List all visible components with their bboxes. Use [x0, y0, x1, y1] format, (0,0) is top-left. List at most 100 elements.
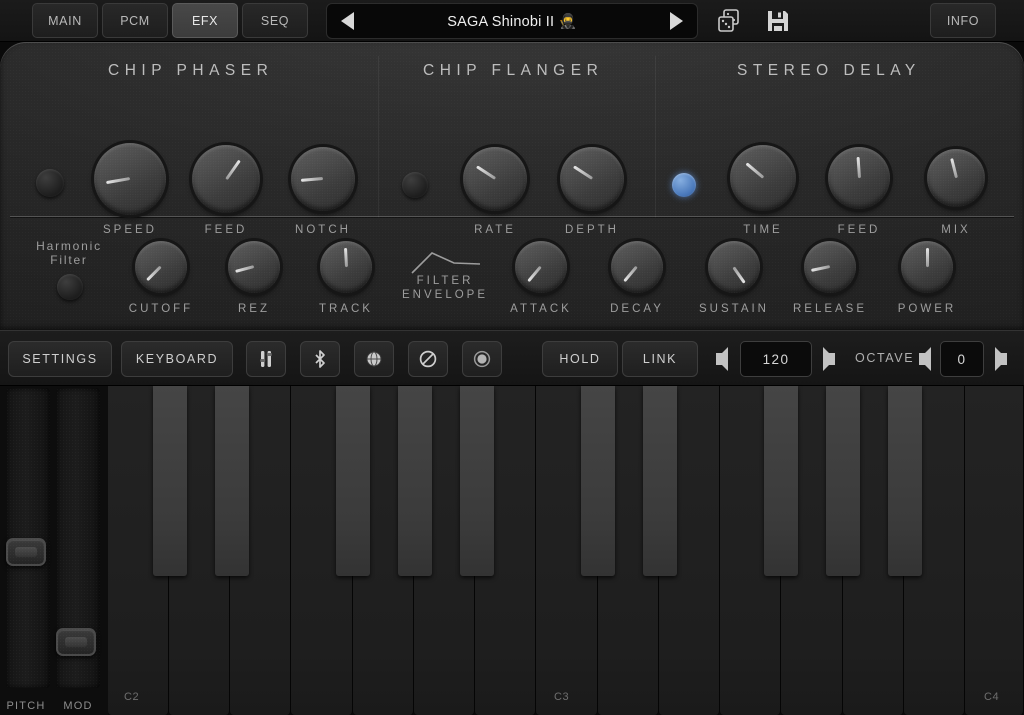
chip-phaser-enable-led[interactable] — [36, 169, 64, 197]
knob-track[interactable] — [320, 241, 372, 293]
knob-time[interactable] — [730, 145, 796, 211]
preset-next-icon[interactable] — [670, 12, 683, 30]
tab-pcm-label: PCM — [120, 13, 150, 28]
black-key[interactable] — [215, 386, 249, 576]
record-icon[interactable] — [462, 341, 502, 377]
tab-main-label: MAIN — [48, 13, 82, 28]
knob-depth-label: DEPTH — [565, 224, 619, 236]
network-globe-icon[interactable] — [354, 341, 394, 377]
tab-seq[interactable]: SEQ — [242, 3, 308, 38]
knob-depth[interactable] — [560, 147, 624, 211]
knob-speed[interactable] — [94, 143, 166, 215]
keyboard-button[interactable]: KEYBOARD — [121, 341, 233, 377]
black-key[interactable] — [460, 386, 494, 576]
tab-pcm[interactable]: PCM — [102, 3, 168, 38]
section-divider-1 — [378, 56, 379, 218]
harmonic-filter-label-line2: Filter — [50, 253, 88, 267]
settings-button[interactable]: SETTINGS — [8, 341, 112, 377]
octave-field[interactable]: 0 — [940, 341, 984, 377]
octave-value: 0 — [957, 351, 967, 367]
info-label: INFO — [946, 13, 980, 28]
knob-release-label: RELEASE — [792, 303, 868, 315]
black-key[interactable] — [398, 386, 432, 576]
knob-rate-label: RATE — [474, 224, 516, 236]
chip-phaser-title: CHIP PHASER — [108, 62, 274, 79]
black-key[interactable] — [153, 386, 187, 576]
knob-rez[interactable] — [228, 241, 280, 293]
knob-feed-delay[interactable] — [828, 147, 890, 209]
filter-envelope-label: FILTER ENVELOPE — [375, 274, 515, 302]
knob-attack[interactable] — [515, 241, 567, 293]
knob-time-label: TIME — [743, 224, 783, 236]
black-key[interactable] — [581, 386, 615, 576]
knob-rez-label: REZ — [238, 303, 270, 315]
knob-release[interactable] — [804, 241, 856, 293]
knob-feed-phaser[interactable] — [192, 145, 260, 213]
knob-decay[interactable] — [611, 241, 663, 293]
tab-efx[interactable]: EFX — [172, 3, 238, 38]
tempo-increment-button[interactable] — [818, 344, 838, 374]
tab-seq-label: SEQ — [260, 13, 290, 28]
knob-decay-label: DECAY — [610, 303, 664, 315]
chip-flanger-enable-led[interactable] — [402, 172, 428, 198]
floppy-disk-icon[interactable] — [765, 8, 791, 34]
bottom-toolbar: SETTINGS KEYBOARD HOLD LINK 120 OCTAVE 0 — [0, 330, 1024, 386]
dice-icon[interactable] — [716, 8, 742, 34]
mod-wheel-grip[interactable] — [56, 628, 96, 656]
knob-power-label: POWER — [897, 303, 957, 315]
pitch-wheel-grip[interactable] — [6, 538, 46, 566]
link-label: LINK — [642, 352, 678, 366]
mod-wheel-label: MOD — [63, 700, 93, 712]
knob-sustain[interactable] — [708, 241, 760, 293]
knob-attack-label: ATTACK — [510, 303, 572, 315]
knob-notch[interactable] — [291, 147, 355, 211]
knob-cutoff[interactable] — [135, 241, 187, 293]
stereo-delay-enable-led[interactable] — [672, 173, 696, 197]
octave-label: OCTAVE — [855, 351, 915, 365]
tempo-decrement-button[interactable] — [713, 344, 733, 374]
harmonic-filter-enable-led[interactable] — [57, 274, 83, 300]
bluetooth-icon[interactable] — [300, 341, 340, 377]
settings-label: SETTINGS — [22, 352, 98, 366]
mod-wheel-track[interactable] — [56, 388, 100, 688]
tab-efx-label: EFX — [191, 13, 219, 28]
panel-horizontal-divider — [10, 216, 1014, 217]
octave-decrement-button[interactable] — [916, 344, 936, 374]
midi-panic-icon[interactable] — [408, 341, 448, 377]
synth-app: MAIN PCM EFX SEQ SAGA Shinobi II 🥷 INFO … — [0, 0, 1024, 715]
harmonic-filter-label: Harmonic Filter — [14, 239, 124, 267]
chip-flanger-title: CHIP FLANGER — [423, 62, 604, 79]
black-key[interactable] — [336, 386, 370, 576]
pitch-wheel-track[interactable] — [6, 388, 50, 688]
preset-name: SAGA Shinobi II 🥷 — [447, 13, 577, 30]
top-bar: MAIN PCM EFX SEQ SAGA Shinobi II 🥷 INFO — [0, 0, 1024, 42]
octave-increment-button[interactable] — [990, 344, 1010, 374]
knob-mix[interactable] — [927, 149, 985, 207]
preset-prev-icon[interactable] — [341, 12, 354, 30]
octave-mark-c4: C4 — [984, 691, 1000, 703]
hold-button[interactable]: HOLD — [542, 341, 618, 377]
hold-label: HOLD — [559, 352, 601, 366]
knob-power[interactable] — [901, 241, 953, 293]
preset-display[interactable]: SAGA Shinobi II 🥷 — [326, 3, 698, 39]
tempo-field[interactable]: 120 — [740, 341, 812, 377]
link-button[interactable]: LINK — [622, 341, 698, 377]
white-key[interactable] — [965, 386, 1024, 715]
knob-sustain-label: SUSTAIN — [699, 303, 769, 315]
black-key[interactable] — [643, 386, 677, 576]
knob-feed-delay-label: FEED — [837, 224, 881, 236]
info-button[interactable]: INFO — [930, 3, 996, 38]
piano-keyboard: C2 C3 C4 — [108, 386, 1024, 715]
black-key[interactable] — [764, 386, 798, 576]
pitch-wheel-label: PITCH — [6, 700, 46, 712]
tab-main[interactable]: MAIN — [32, 3, 98, 38]
octave-mark-c2: C2 — [124, 691, 140, 703]
black-key[interactable] — [826, 386, 860, 576]
knob-notch-label: NOTCH — [295, 224, 351, 236]
mixer-sliders-icon[interactable] — [246, 341, 286, 377]
tempo-value: 120 — [762, 351, 790, 367]
effects-panel: CHIP PHASER SPEED FEED NOTCH CHIP FLANGE… — [0, 42, 1024, 330]
wheels-area: PITCH MOD — [0, 386, 108, 715]
knob-rate[interactable] — [463, 147, 527, 211]
black-key[interactable] — [888, 386, 922, 576]
